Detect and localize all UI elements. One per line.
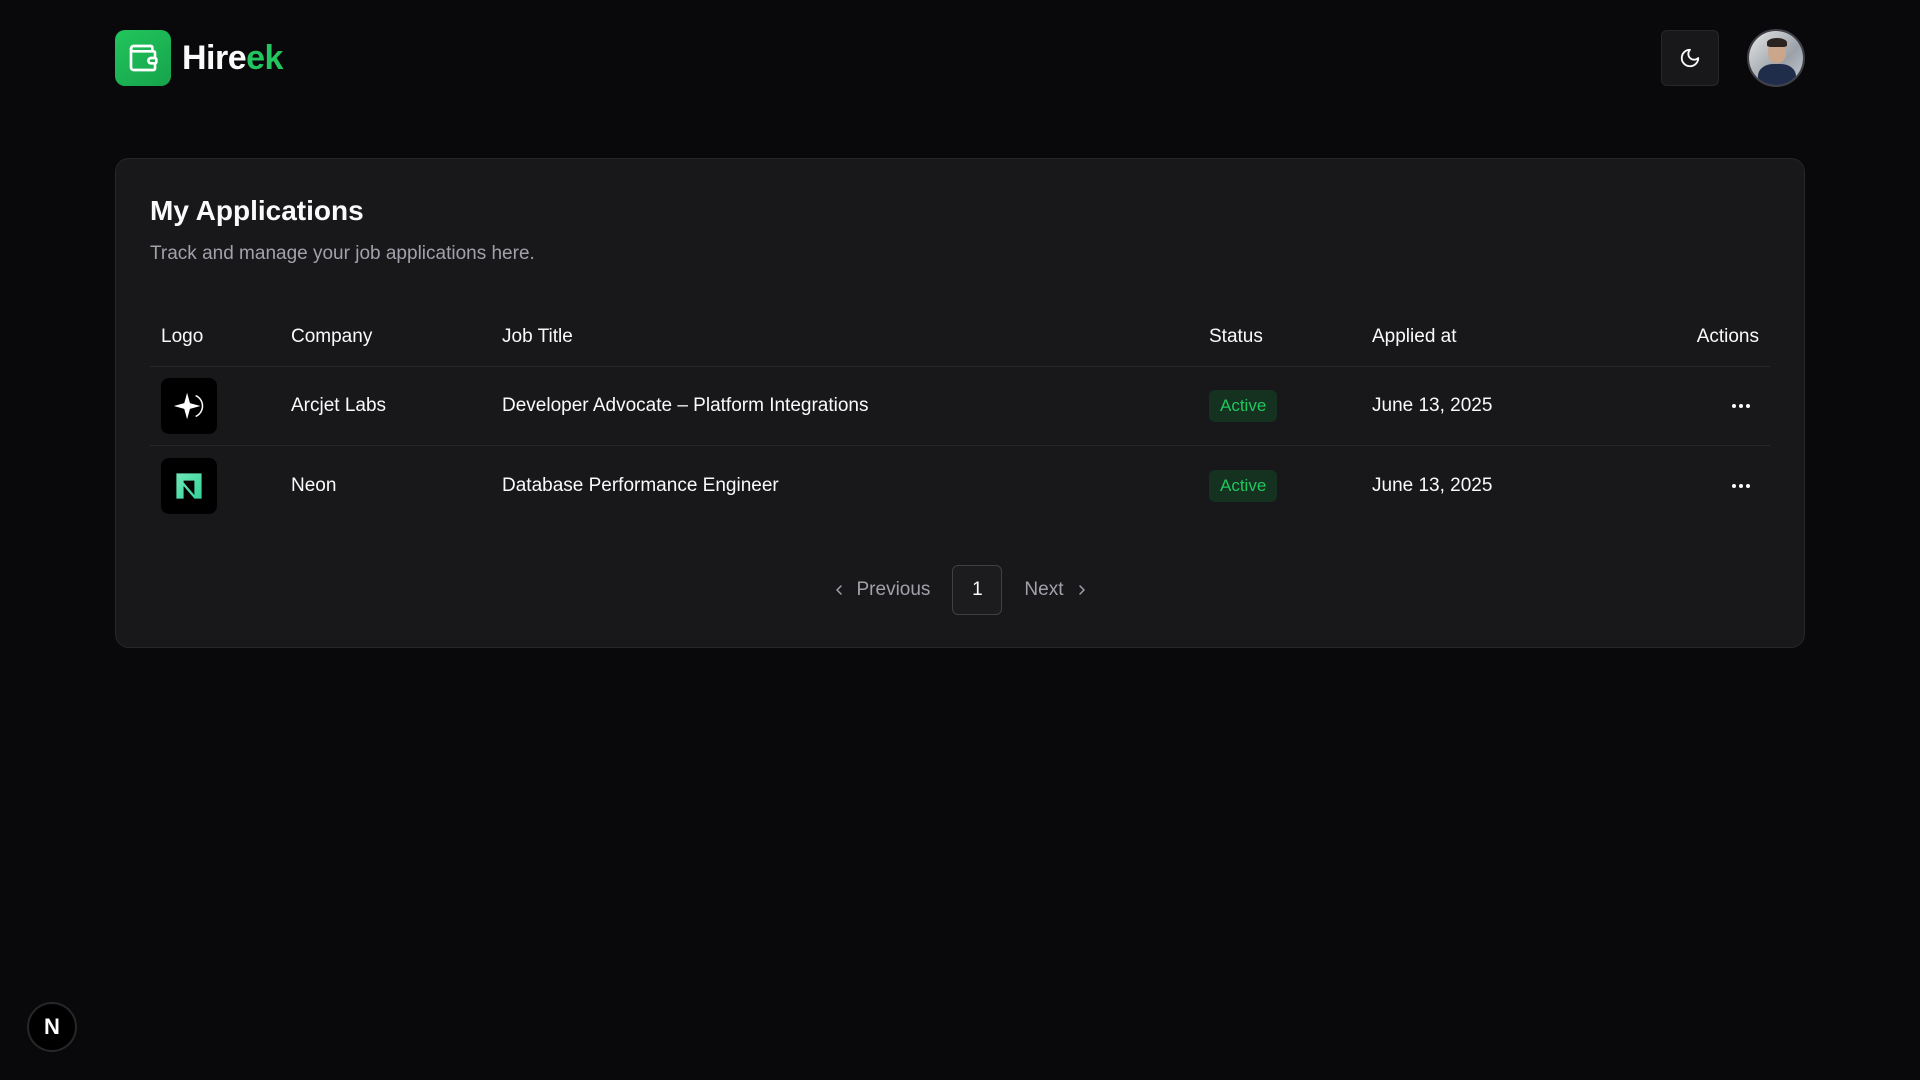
previous-label: Previous (856, 579, 931, 600)
neon-logo-icon (161, 457, 217, 514)
applied-date: June 13, 2025 (1372, 395, 1493, 416)
job-title: Developer Advocate – Platform Integratio… (502, 395, 869, 416)
company-name: Arcjet Labs (291, 395, 387, 416)
brand[interactable]: Hireek (115, 30, 283, 86)
status-badge: Active (1209, 390, 1278, 422)
column-header-status: Status (1209, 325, 1263, 347)
chevron-left-icon (835, 585, 842, 595)
status-badge: Active (1209, 469, 1278, 502)
next-page-button[interactable]: Next (1024, 579, 1089, 601)
header-actions (1661, 29, 1805, 87)
job-title: Database Performance Engineer (502, 474, 779, 496)
page-button-current[interactable]: 1 (952, 565, 1003, 615)
previous-page-button[interactable]: Previous (831, 579, 931, 601)
company-name: Neon (291, 474, 337, 496)
page-subtitle: Track and manage your job applications h… (150, 243, 535, 264)
column-header-company: Company (291, 325, 373, 347)
pagination: Previous 1 Next (116, 565, 1804, 615)
more-horizontal-icon (1732, 483, 1750, 488)
column-header-job-title: Job Title (502, 325, 573, 347)
brand-name-accent: ek (246, 38, 283, 77)
table-header-row: Logo Company Job Title Status Applied at… (150, 307, 1770, 367)
nextjs-dev-indicator[interactable]: N (27, 1002, 77, 1052)
applications-card: My Applications Track and manage your jo… (115, 158, 1805, 648)
page-title: My Applications (150, 195, 364, 226)
app-header: Hireek (115, 28, 1805, 88)
user-avatar[interactable] (1747, 29, 1805, 87)
column-header-actions: Actions (1696, 325, 1759, 347)
brand-name-main: Hire (182, 38, 247, 77)
row-actions-button[interactable] (1723, 388, 1759, 424)
arcjet-logo-icon (161, 378, 217, 434)
chevron-right-icon (1078, 585, 1085, 595)
column-header-logo: Logo (161, 325, 204, 347)
column-header-applied-at: Applied at (1372, 325, 1457, 347)
more-horizontal-icon (1732, 404, 1750, 408)
brand-name: Hireek (182, 39, 283, 78)
theme-toggle-button[interactable] (1661, 30, 1719, 86)
row-actions-button[interactable] (1723, 468, 1759, 504)
moon-icon (1680, 48, 1700, 68)
applications-table: Logo Company Job Title Status Applied at… (150, 307, 1770, 525)
applied-date: June 13, 2025 (1372, 474, 1493, 496)
table-row[interactable]: Neon Database Performance Engineer Activ… (150, 446, 1770, 525)
next-label: Next (1024, 579, 1064, 600)
wallet-icon (115, 30, 171, 86)
table-row[interactable]: Arcjet Labs Developer Advocate – Platfor… (150, 367, 1770, 446)
